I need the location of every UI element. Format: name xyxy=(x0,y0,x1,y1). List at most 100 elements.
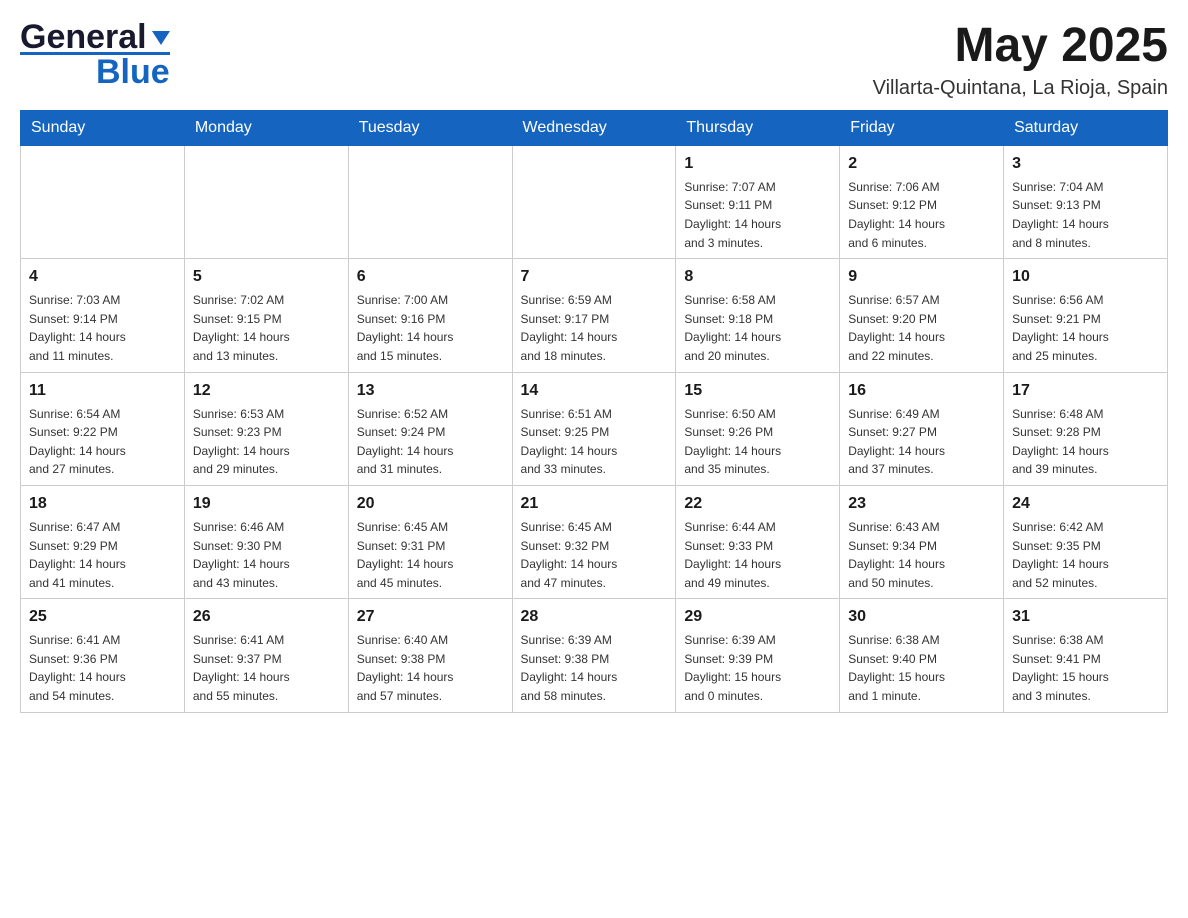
calendar-cell: 16Sunrise: 6:49 AM Sunset: 9:27 PM Dayli… xyxy=(840,372,1004,485)
day-info: Sunrise: 6:38 AM Sunset: 9:40 PM Dayligh… xyxy=(848,631,995,705)
day-number: 5 xyxy=(193,265,340,289)
day-info: Sunrise: 6:42 AM Sunset: 9:35 PM Dayligh… xyxy=(1012,518,1159,592)
day-info: Sunrise: 6:53 AM Sunset: 9:23 PM Dayligh… xyxy=(193,405,340,479)
calendar-cell: 27Sunrise: 6:40 AM Sunset: 9:38 PM Dayli… xyxy=(348,599,512,712)
calendar-cell: 6Sunrise: 7:00 AM Sunset: 9:16 PM Daylig… xyxy=(348,259,512,372)
day-number: 18 xyxy=(29,492,176,516)
day-info: Sunrise: 6:50 AM Sunset: 9:26 PM Dayligh… xyxy=(684,405,831,479)
weekday-header-tuesday: Tuesday xyxy=(348,110,512,145)
calendar-cell: 3Sunrise: 7:04 AM Sunset: 9:13 PM Daylig… xyxy=(1004,145,1168,258)
weekday-header-row: SundayMondayTuesdayWednesdayThursdayFrid… xyxy=(21,110,1168,145)
page-header: General Blue May 2025 Villarta-Quintana,… xyxy=(20,20,1168,100)
day-number: 6 xyxy=(357,265,504,289)
calendar-cell: 8Sunrise: 6:58 AM Sunset: 9:18 PM Daylig… xyxy=(676,259,840,372)
day-info: Sunrise: 6:44 AM Sunset: 9:33 PM Dayligh… xyxy=(684,518,831,592)
day-number: 14 xyxy=(521,379,668,403)
calendar-cell: 13Sunrise: 6:52 AM Sunset: 9:24 PM Dayli… xyxy=(348,372,512,485)
day-info: Sunrise: 7:03 AM Sunset: 9:14 PM Dayligh… xyxy=(29,291,176,365)
calendar-cell: 22Sunrise: 6:44 AM Sunset: 9:33 PM Dayli… xyxy=(676,485,840,598)
calendar-cell: 7Sunrise: 6:59 AM Sunset: 9:17 PM Daylig… xyxy=(512,259,676,372)
day-number: 21 xyxy=(521,492,668,516)
calendar-cell: 9Sunrise: 6:57 AM Sunset: 9:20 PM Daylig… xyxy=(840,259,1004,372)
day-number: 30 xyxy=(848,605,995,629)
calendar-cell: 12Sunrise: 6:53 AM Sunset: 9:23 PM Dayli… xyxy=(184,372,348,485)
calendar-cell: 15Sunrise: 6:50 AM Sunset: 9:26 PM Dayli… xyxy=(676,372,840,485)
day-number: 26 xyxy=(193,605,340,629)
calendar-cell: 14Sunrise: 6:51 AM Sunset: 9:25 PM Dayli… xyxy=(512,372,676,485)
calendar-cell: 25Sunrise: 6:41 AM Sunset: 9:36 PM Dayli… xyxy=(21,599,185,712)
calendar-cell: 24Sunrise: 6:42 AM Sunset: 9:35 PM Dayli… xyxy=(1004,485,1168,598)
day-number: 23 xyxy=(848,492,995,516)
day-number: 11 xyxy=(29,379,176,403)
location: Villarta-Quintana, La Rioja, Spain xyxy=(873,77,1168,100)
day-number: 22 xyxy=(684,492,831,516)
logo-blue: Blue xyxy=(96,55,170,89)
week-row-3: 11Sunrise: 6:54 AM Sunset: 9:22 PM Dayli… xyxy=(21,372,1168,485)
day-info: Sunrise: 6:40 AM Sunset: 9:38 PM Dayligh… xyxy=(357,631,504,705)
day-info: Sunrise: 6:58 AM Sunset: 9:18 PM Dayligh… xyxy=(684,291,831,365)
calendar-cell: 26Sunrise: 6:41 AM Sunset: 9:37 PM Dayli… xyxy=(184,599,348,712)
day-number: 28 xyxy=(521,605,668,629)
weekday-header-friday: Friday xyxy=(840,110,1004,145)
day-number: 24 xyxy=(1012,492,1159,516)
calendar-cell: 10Sunrise: 6:56 AM Sunset: 9:21 PM Dayli… xyxy=(1004,259,1168,372)
calendar-cell: 11Sunrise: 6:54 AM Sunset: 9:22 PM Dayli… xyxy=(21,372,185,485)
day-info: Sunrise: 7:00 AM Sunset: 9:16 PM Dayligh… xyxy=(357,291,504,365)
day-number: 27 xyxy=(357,605,504,629)
weekday-header-sunday: Sunday xyxy=(21,110,185,145)
day-info: Sunrise: 6:39 AM Sunset: 9:39 PM Dayligh… xyxy=(684,631,831,705)
month-title: May 2025 xyxy=(873,20,1168,73)
calendar-cell: 21Sunrise: 6:45 AM Sunset: 9:32 PM Dayli… xyxy=(512,485,676,598)
day-number: 8 xyxy=(684,265,831,289)
day-info: Sunrise: 6:54 AM Sunset: 9:22 PM Dayligh… xyxy=(29,405,176,479)
day-number: 9 xyxy=(848,265,995,289)
week-row-2: 4Sunrise: 7:03 AM Sunset: 9:14 PM Daylig… xyxy=(21,259,1168,372)
calendar-cell: 19Sunrise: 6:46 AM Sunset: 9:30 PM Dayli… xyxy=(184,485,348,598)
day-number: 31 xyxy=(1012,605,1159,629)
day-info: Sunrise: 6:41 AM Sunset: 9:37 PM Dayligh… xyxy=(193,631,340,705)
logo-general: General xyxy=(20,20,147,54)
day-info: Sunrise: 6:49 AM Sunset: 9:27 PM Dayligh… xyxy=(848,405,995,479)
day-number: 2 xyxy=(848,152,995,176)
calendar-cell: 23Sunrise: 6:43 AM Sunset: 9:34 PM Dayli… xyxy=(840,485,1004,598)
day-number: 12 xyxy=(193,379,340,403)
calendar-table: SundayMondayTuesdayWednesdayThursdayFrid… xyxy=(20,110,1168,713)
day-info: Sunrise: 6:57 AM Sunset: 9:20 PM Dayligh… xyxy=(848,291,995,365)
weekday-header-monday: Monday xyxy=(184,110,348,145)
week-row-1: 1Sunrise: 7:07 AM Sunset: 9:11 PM Daylig… xyxy=(21,145,1168,258)
day-info: Sunrise: 6:48 AM Sunset: 9:28 PM Dayligh… xyxy=(1012,405,1159,479)
weekday-header-saturday: Saturday xyxy=(1004,110,1168,145)
calendar-cell: 20Sunrise: 6:45 AM Sunset: 9:31 PM Dayli… xyxy=(348,485,512,598)
day-info: Sunrise: 7:04 AM Sunset: 9:13 PM Dayligh… xyxy=(1012,178,1159,252)
day-info: Sunrise: 6:52 AM Sunset: 9:24 PM Dayligh… xyxy=(357,405,504,479)
weekday-header-thursday: Thursday xyxy=(676,110,840,145)
day-info: Sunrise: 6:41 AM Sunset: 9:36 PM Dayligh… xyxy=(29,631,176,705)
title-area: May 2025 Villarta-Quintana, La Rioja, Sp… xyxy=(873,20,1168,100)
day-info: Sunrise: 7:06 AM Sunset: 9:12 PM Dayligh… xyxy=(848,178,995,252)
day-info: Sunrise: 6:51 AM Sunset: 9:25 PM Dayligh… xyxy=(521,405,668,479)
day-number: 4 xyxy=(29,265,176,289)
calendar-cell: 17Sunrise: 6:48 AM Sunset: 9:28 PM Dayli… xyxy=(1004,372,1168,485)
day-number: 19 xyxy=(193,492,340,516)
logo: General Blue xyxy=(20,20,170,89)
day-number: 20 xyxy=(357,492,504,516)
day-info: Sunrise: 7:07 AM Sunset: 9:11 PM Dayligh… xyxy=(684,178,831,252)
calendar-cell xyxy=(184,145,348,258)
day-info: Sunrise: 6:43 AM Sunset: 9:34 PM Dayligh… xyxy=(848,518,995,592)
day-info: Sunrise: 6:46 AM Sunset: 9:30 PM Dayligh… xyxy=(193,518,340,592)
day-info: Sunrise: 7:02 AM Sunset: 9:15 PM Dayligh… xyxy=(193,291,340,365)
calendar-cell xyxy=(21,145,185,258)
day-info: Sunrise: 6:45 AM Sunset: 9:32 PM Dayligh… xyxy=(521,518,668,592)
day-number: 1 xyxy=(684,152,831,176)
week-row-4: 18Sunrise: 6:47 AM Sunset: 9:29 PM Dayli… xyxy=(21,485,1168,598)
day-number: 25 xyxy=(29,605,176,629)
calendar-cell xyxy=(512,145,676,258)
calendar-cell: 18Sunrise: 6:47 AM Sunset: 9:29 PM Dayli… xyxy=(21,485,185,598)
day-number: 13 xyxy=(357,379,504,403)
day-info: Sunrise: 6:38 AM Sunset: 9:41 PM Dayligh… xyxy=(1012,631,1159,705)
day-info: Sunrise: 6:39 AM Sunset: 9:38 PM Dayligh… xyxy=(521,631,668,705)
day-info: Sunrise: 6:47 AM Sunset: 9:29 PM Dayligh… xyxy=(29,518,176,592)
calendar-cell: 29Sunrise: 6:39 AM Sunset: 9:39 PM Dayli… xyxy=(676,599,840,712)
day-number: 3 xyxy=(1012,152,1159,176)
weekday-header-wednesday: Wednesday xyxy=(512,110,676,145)
